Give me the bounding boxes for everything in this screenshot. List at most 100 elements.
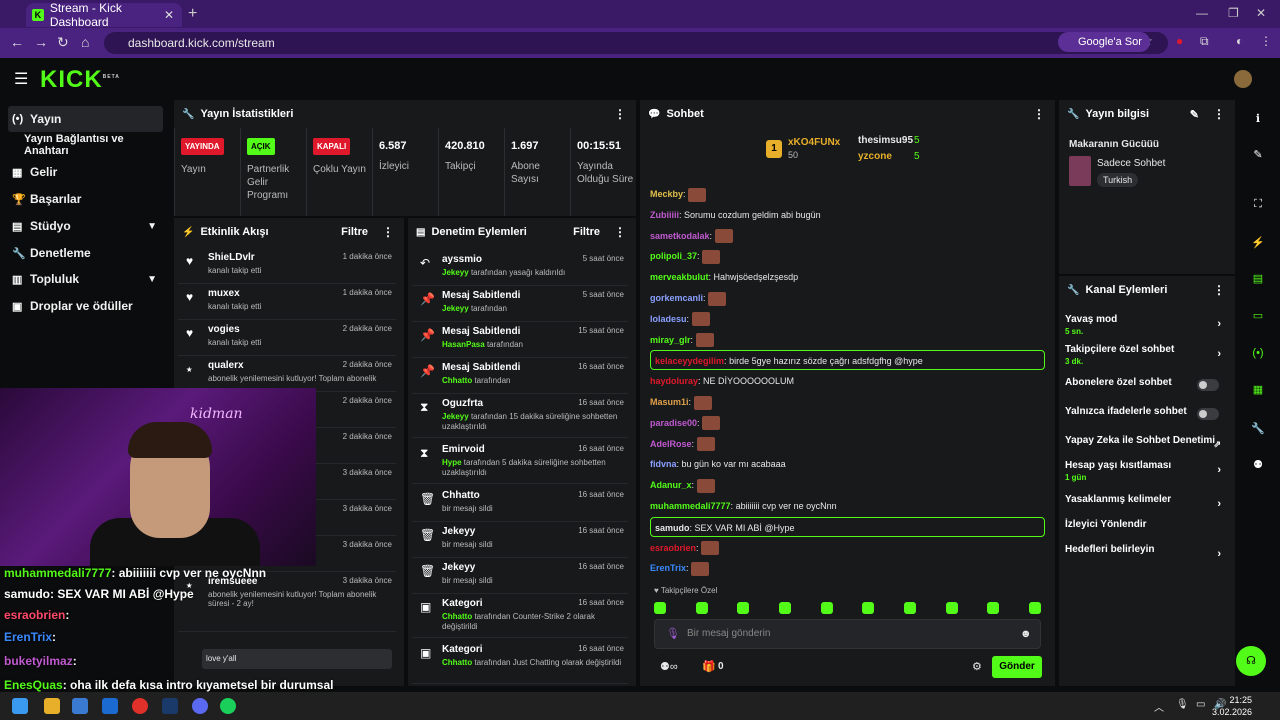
chat-message[interactable]: esraobrien: — [650, 538, 1045, 558]
file-explorer-icon[interactable] — [44, 698, 60, 714]
channel-action-item[interactable]: İzleyici Yönlendir — [1065, 519, 1227, 543]
clock[interactable]: 21:25 3.02.2026 — [1212, 694, 1252, 718]
chat-username[interactable]: Meckby — [650, 189, 683, 199]
sidebar-item-stream-key[interactable]: Yayın Bağlantısı ve Anahtarı — [8, 132, 163, 158]
chat-message[interactable]: muhammedali7777: abiiiiiii cvp ver ne oy… — [650, 496, 1045, 516]
mic-icon[interactable]: 🎙 — [1176, 699, 1189, 710]
chat-username[interactable]: miray_glr — [650, 335, 691, 345]
chat-message[interactable]: paradise00: — [650, 413, 1045, 433]
filter-button[interactable]: Filtre — [341, 226, 368, 238]
chat-username[interactable]: ErenTrix — [650, 563, 686, 573]
chat-username[interactable]: gorkemcanli — [650, 293, 703, 303]
broadcast-icon[interactable]: (•) — [1245, 340, 1271, 366]
chat-username[interactable]: samudo — [655, 523, 690, 533]
maximize-icon[interactable]: ❐ — [1228, 6, 1239, 20]
chat-username[interactable]: Masum1i — [650, 397, 689, 407]
support-headset-icon[interactable]: ☊ — [1236, 646, 1266, 676]
emote-icon[interactable] — [987, 602, 1000, 614]
channel-action-item[interactable]: Abonelere özel sohbet — [1065, 377, 1227, 401]
chat-message[interactable]: loladesu: — [650, 309, 1045, 329]
bolt-icon[interactable]: ⚡ — [1245, 230, 1271, 256]
forward-icon[interactable]: → — [34, 34, 48, 50]
emote-icon[interactable] — [820, 602, 833, 614]
google-ask-button[interactable]: Google'a Sor — [1058, 32, 1150, 52]
chevron-up-icon[interactable]: ︿ — [1154, 699, 1164, 714]
extensions-icon[interactable]: ⧉ — [1200, 34, 1209, 49]
emote-icon[interactable] — [1028, 602, 1041, 614]
edit-pencil-icon[interactable]: ✎ — [1190, 108, 1199, 121]
sidebar-item-moderation[interactable]: 🔧 Denetleme — [8, 240, 163, 266]
chat-username[interactable]: muhammedali7777 — [650, 501, 731, 511]
emote-icon[interactable] — [695, 602, 708, 614]
chat-message[interactable]: ErenTrix: — [650, 558, 1045, 578]
chat-username[interactable]: fidvna — [650, 459, 677, 469]
browser-menu-icon[interactable]: ⋮ — [1260, 34, 1272, 48]
outlook-icon[interactable] — [102, 698, 118, 714]
emote-icon[interactable] — [778, 602, 791, 614]
sidebar-item-studio[interactable]: ▤ Stüdyo ▼ — [8, 213, 163, 239]
chat-message[interactable]: Meckby: — [650, 184, 1045, 204]
chat-icon[interactable]: ▭ — [1245, 303, 1271, 329]
hamburger-menu-icon[interactable]: ☰ — [14, 69, 28, 89]
more-menu-icon[interactable]: ⋮ — [1213, 283, 1225, 297]
emote-icon[interactable] — [737, 602, 750, 614]
chat-message[interactable]: samudo: SEX VAR MI ABİ @Hype — [650, 516, 1045, 537]
chat-username[interactable]: paradise00 — [650, 418, 697, 428]
kick-logo[interactable]: KICKBETA — [40, 66, 120, 94]
sidebar-item-revenue[interactable]: ▦ Gelir — [8, 159, 163, 185]
chat-message[interactable]: gorkemcanli: — [650, 288, 1045, 308]
chat-message[interactable]: haydoluray: NE DİYOOOOOOLUM — [650, 371, 1045, 391]
chat-message[interactable]: kelaceyydegilim: birde 5gye hazırız sözd… — [650, 350, 1045, 371]
more-menu-icon[interactable]: ⋮ — [614, 107, 626, 121]
extension-icon[interactable]: ● — [1176, 34, 1183, 48]
network-icon[interactable]: ▭ — [1196, 699, 1205, 710]
chat-username[interactable]: esraobrien — [650, 543, 696, 553]
emoji-icon[interactable]: ☻ — [1020, 628, 1032, 640]
layout-icon[interactable]: ▦ — [1245, 377, 1271, 403]
chat-username[interactable]: merveakbulut — [650, 272, 709, 282]
chat-username[interactable]: polipoli_37 — [650, 251, 697, 261]
channel-action-item[interactable]: Takipçilere özel sohbet 3 dk. › — [1065, 344, 1227, 368]
profile-icon[interactable]: ◐ — [1236, 34, 1243, 48]
focus-icon[interactable]: ⛶ — [1245, 191, 1271, 217]
new-tab-icon[interactable]: + — [188, 5, 197, 23]
chat-username[interactable]: haydoluray — [650, 376, 698, 386]
sidebar-item-stream[interactable]: (•) Yayın — [8, 106, 163, 132]
minimize-icon[interactable]: — — [1196, 6, 1208, 20]
channel-action-item[interactable]: Yapay Zeka ile Sohbet Denetimi ⇗ — [1065, 435, 1227, 459]
channel-action-item[interactable]: Yasaklanmış kelimeler › — [1065, 494, 1227, 518]
browser-tab[interactable]: K Stream - Kick Dashboard ✕ — [26, 1, 182, 29]
chat-message[interactable]: merveakbulut: Hahwjsöedşelzşesdp — [650, 267, 1045, 287]
windows-start-icon[interactable] — [12, 698, 28, 714]
shapes-icon[interactable]: ⚉ — [1245, 452, 1271, 478]
chat-message[interactable]: fidvna: bu gün ko var mı acabaaa — [650, 454, 1045, 474]
sidebar-item-achievements[interactable]: 🏆 Başarılar — [8, 186, 163, 212]
toggle-switch[interactable] — [1197, 408, 1219, 420]
chrome-icon[interactable] — [132, 698, 148, 714]
chat-username[interactable]: AdelRose — [650, 439, 692, 449]
chat-message[interactable]: Adanur_x: — [650, 475, 1045, 495]
sidebar-item-community[interactable]: ▥ Topluluk ▼ — [8, 266, 163, 292]
chat-username[interactable]: Zubiiiii — [650, 210, 679, 220]
chat-message[interactable]: Masum1i: — [650, 392, 1045, 412]
chat-settings-gear-icon[interactable]: ⚙ — [972, 660, 982, 673]
more-menu-icon[interactable]: ⋮ — [1033, 107, 1045, 121]
wrench-icon[interactable]: 🔧 — [1245, 416, 1271, 442]
chat-username[interactable]: kelaceyydegilim — [655, 356, 724, 366]
more-menu-icon[interactable]: ⋮ — [614, 225, 626, 239]
chat-message[interactable]: miray_glr: — [650, 330, 1045, 350]
sidebar-item-drops[interactable]: ▣ Droplar ve ödüller — [8, 293, 163, 319]
url-field[interactable]: dashboard.kick.com/stream — [104, 32, 1168, 54]
emote-icon[interactable] — [903, 602, 916, 614]
channel-action-item[interactable]: Hedefleri belirleyin › — [1065, 544, 1227, 568]
emote-icon[interactable] — [654, 602, 666, 614]
close-window-icon[interactable]: ✕ — [1256, 6, 1266, 20]
chat-message[interactable]: sametkodalak: — [650, 226, 1045, 246]
edit-pencil-icon[interactable]: ✎ — [1245, 142, 1271, 168]
points-icon[interactable]: ⚉∞ — [660, 660, 678, 673]
emote-icon[interactable] — [862, 602, 875, 614]
steam-icon[interactable] — [162, 698, 178, 714]
chat-message[interactable]: Zubiiiii: Sorumu cozdum geldim abi bugün — [650, 205, 1045, 225]
home-icon[interactable]: ⌂ — [81, 34, 89, 50]
more-menu-icon[interactable]: ⋮ — [382, 225, 394, 239]
